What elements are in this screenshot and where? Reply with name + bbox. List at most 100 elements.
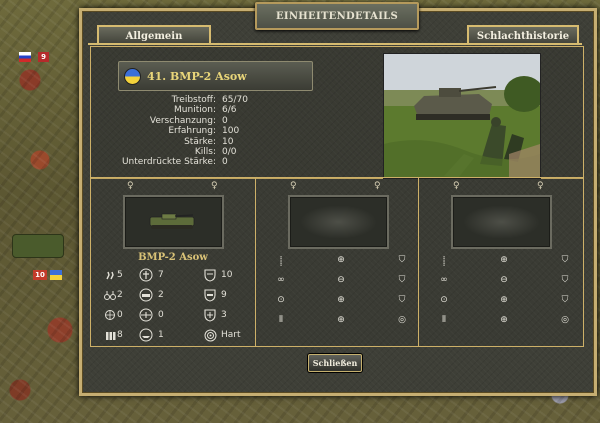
attribute-row: ⸽ ⊕ ⛉ (433, 250, 577, 270)
stat-ammo: Munition: 6/6 (100, 105, 350, 115)
attribute-value: 7 (158, 270, 164, 280)
hanger-icon: ♀ (453, 181, 460, 191)
target-type-icon (199, 329, 221, 342)
map-unit-counter-a[interactable]: 9 (38, 52, 49, 62)
stat-suppressed: Unterdrückte Stärke: 0 (100, 157, 350, 167)
unit-slot-2: ♀ ♀ ⸽ ⊕ ⛉ ∞ ⊖ ⛉ ⊙ ⊕ ⛉ ⦀ ⊕ ◎ (255, 177, 419, 347)
defense-shield-icon: ⛉ (398, 255, 406, 265)
attribute-value: 8 (117, 330, 123, 340)
naval-target-icon (134, 328, 158, 342)
movement-icon: ⸽ (442, 256, 446, 267)
unit-slot-3: ♀ ♀ ⸽ ⊕ ⛉ ∞ ⊖ ⛉ ⊙ ⊕ ⛉ ⦀ ⊕ ◎ (418, 177, 584, 347)
naval-target-icon: ⊕ (500, 315, 508, 325)
stat-entrenchment: Verschanzung: 0 (100, 116, 350, 126)
movement-icon: ⸽ (279, 256, 283, 267)
hanger-icon: ♀ (127, 181, 134, 191)
spotting-icon (103, 290, 117, 301)
unit-photo-image (384, 54, 540, 178)
defense-shield-icon: ⛉ (561, 255, 569, 265)
attribute-value: 2 (158, 290, 164, 300)
map-unit-counter-b[interactable]: 10 (33, 270, 47, 280)
unit-attribute-grid: 5 7 10 2 2 9 0 0 3 8 1 Hart (103, 265, 247, 345)
attribute-row: 5 7 10 (103, 265, 247, 285)
target-type-icon: ◎ (398, 315, 406, 325)
infantry-target-icon: ⊕ (500, 255, 508, 265)
tab-battle-history[interactable]: Schlachthistorie (467, 25, 579, 45)
stat-label: Kills: (194, 147, 216, 158)
empty-attribute-grid: ⸽ ⊕ ⛉ ∞ ⊖ ⛉ ⊙ ⊕ ⛉ ⦀ ⊕ ◎ (433, 250, 577, 330)
attribute-row: ⦀ ⊕ ◎ (433, 310, 577, 330)
stat-value: 0/0 (222, 147, 237, 158)
stat-label: Unterdrückte Stärke: (121, 157, 216, 168)
soft-target-icon (134, 288, 158, 302)
air-defense-icon: ⛉ (561, 295, 569, 305)
tab-general[interactable]: Allgemein (97, 25, 211, 45)
unit-slot-1: ♀ ♀ BMP-2 Asow 5 7 10 2 2 9 0 0 3 8 1 Ha… (90, 177, 256, 347)
ammo-icon: ⦀ (442, 315, 446, 325)
attribute-value: 2 (117, 290, 123, 300)
hanger-icon: ♀ (537, 181, 544, 191)
stat-label: Treibstoff: (171, 95, 216, 105)
unit-stats: Treibstoff: 65/70 Munition: 6/6 Verschanzu… (100, 95, 350, 168)
ammo-icon: ⦀ (279, 315, 283, 325)
attribute-value: 0 (158, 310, 164, 320)
window-title: EINHEITENDETAILS (255, 2, 419, 30)
unit-photo (383, 53, 541, 179)
stat-value: 6/6 (222, 105, 237, 116)
unit-slot-sign-empty[interactable] (288, 195, 389, 249)
stat-label: Stärke: (184, 136, 216, 147)
attribute-row: ⸽ ⊕ ⛉ (270, 250, 414, 270)
attribute-row: ⊙ ⊕ ⛉ (433, 290, 577, 310)
unit-name: 41. BMP-2 Asow (147, 69, 247, 83)
air-target-icon (134, 308, 158, 322)
unit-slot-sign-empty[interactable] (451, 195, 552, 249)
movement-icon (103, 270, 117, 281)
initiative-icon: ⊙ (277, 295, 285, 305)
attribute-value: 1 (158, 330, 164, 340)
stat-value: 10 (222, 136, 234, 147)
target-type-icon: ◎ (561, 315, 569, 325)
defense-shield-icon (199, 268, 221, 282)
attribute-row: ⊙ ⊕ ⛉ (270, 290, 414, 310)
stat-strength: Stärke: 10 (100, 137, 350, 147)
attribute-row: ∞ ⊖ ⛉ (433, 270, 577, 290)
naval-target-icon: ⊕ (337, 315, 345, 325)
attribute-row: 8 1 Hart (103, 325, 247, 345)
slot-unit-name: BMP-2 Asow (138, 252, 208, 263)
tab-divider (88, 43, 582, 45)
hard-defense-icon (199, 288, 221, 302)
stat-experience: Erfahrung: 100 (100, 126, 350, 136)
attribute-value: 3 (221, 310, 227, 320)
soft-target-icon: ⊖ (500, 275, 508, 285)
stat-label: Verschanzung: (149, 115, 216, 126)
attribute-value: Hart (221, 330, 241, 340)
unit-slot-sign[interactable] (123, 195, 224, 249)
spotting-icon: ∞ (277, 275, 285, 285)
infantry-target-icon: ⊕ (337, 255, 345, 265)
stat-kills: Kills: 0/0 (100, 147, 350, 157)
attribute-value: 9 (221, 290, 227, 300)
attribute-row: ⦀ ⊕ ◎ (270, 310, 414, 330)
hard-defense-icon: ⛉ (398, 275, 406, 285)
air-target-icon: ⊕ (500, 295, 508, 305)
air-defense-icon: ⛉ (398, 295, 406, 305)
stat-label: Munition: (174, 105, 216, 116)
stat-fuel: Treibstoff: 65/70 (100, 95, 350, 105)
attribute-row: 2 2 9 (103, 285, 247, 305)
map-flag-ukraine (50, 270, 62, 280)
map-flag-russia (19, 52, 31, 62)
attribute-value: 5 (117, 270, 123, 280)
hanger-icon: ♀ (374, 181, 381, 191)
attribute-row: 0 0 3 (103, 305, 247, 325)
close-button[interactable]: Schließen (308, 354, 362, 372)
stat-value: 0 (222, 115, 228, 126)
ammo-icon (103, 329, 117, 341)
hard-defense-icon: ⛉ (561, 275, 569, 285)
air-defense-icon (199, 308, 221, 322)
stat-value: 100 (222, 126, 240, 137)
map-unit-tank[interactable] (12, 234, 64, 258)
stat-label: Erfahrung: (168, 126, 216, 137)
initiative-icon: ⊙ (440, 295, 448, 305)
soft-target-icon: ⊖ (337, 275, 345, 285)
spotting-icon: ∞ (440, 275, 448, 285)
